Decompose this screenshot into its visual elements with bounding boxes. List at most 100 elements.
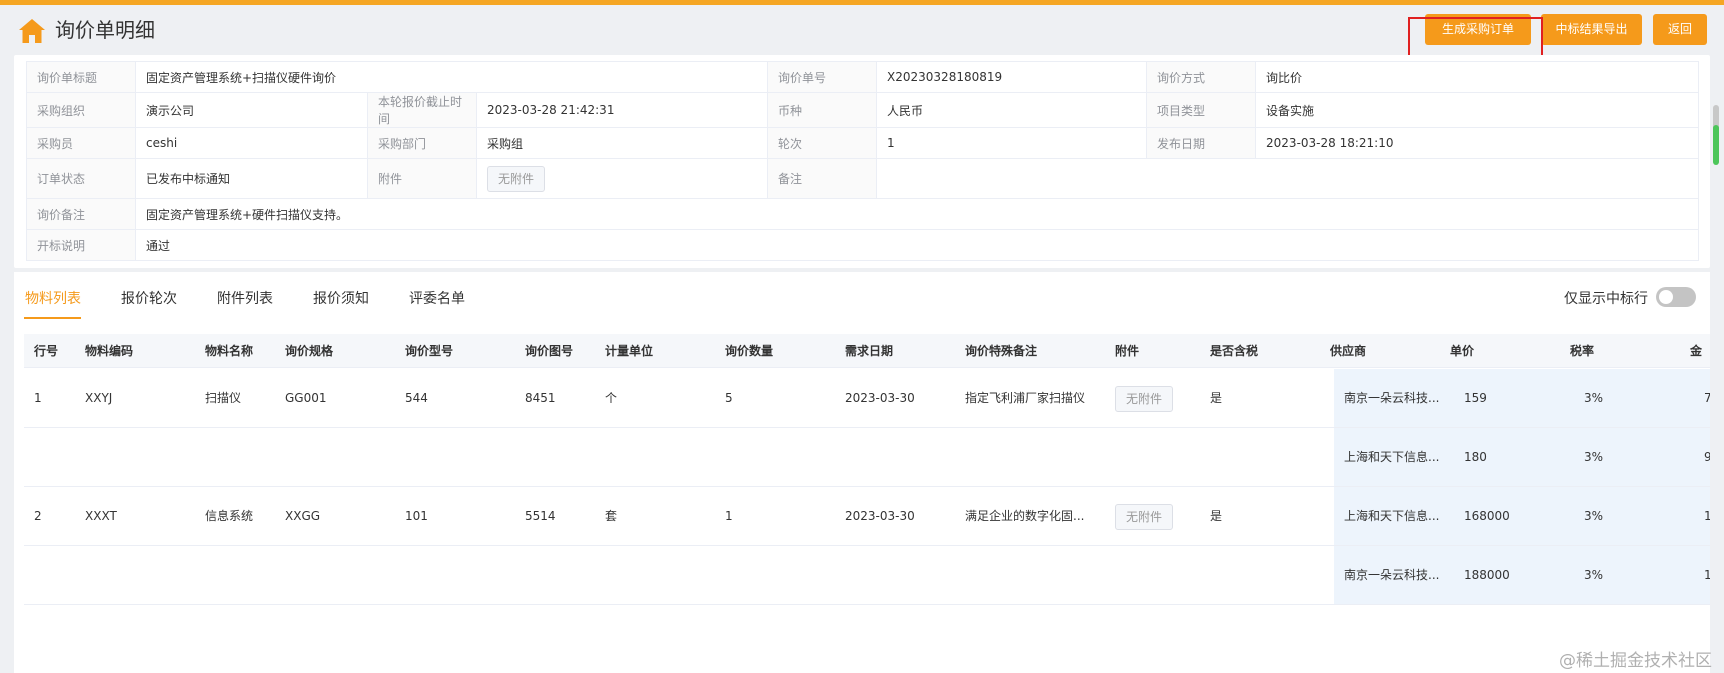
cell-price: 180 — [1464, 450, 1487, 464]
column-header: 询价数量 — [725, 344, 774, 358]
tab-material-list[interactable]: 物料列表 — [25, 288, 81, 308]
column-header: 是否含税 — [1210, 344, 1259, 358]
inquiry-info-panel: 询价单标题 固定资产管理系统+扫描仪硬件询价 询价单号 X20230328180… — [14, 55, 1710, 268]
cell-note: 指定飞利浦厂家扫描仪 — [965, 391, 1086, 405]
cell-amount: 1 — [1704, 568, 1710, 582]
table-row: 上海和天下信息... 180 3% 9 — [24, 428, 1710, 487]
cell-attach: 无附件 — [1115, 369, 1174, 427]
material-tab-panel: 物料列表 报价轮次 附件列表 报价须知 评委名单 仅显示中标行 行号 物料编码 … — [14, 272, 1710, 673]
cell-price: 159 — [1464, 391, 1487, 405]
info-label: 询价方式 — [1146, 61, 1257, 93]
home-icon — [19, 19, 45, 43]
info-label: 附件 — [367, 158, 477, 199]
cell-model: 544 — [405, 391, 428, 405]
info-label: 备注 — [767, 158, 878, 199]
watermark: @稀土掘金技术社区 — [1559, 651, 1712, 671]
table-row: 2 XXXT 信息系统 XXGG 101 5514 套 1 2023-03-30… — [24, 487, 1710, 546]
cell-amount: 1 — [1704, 509, 1710, 523]
info-no-value: X20230328180819 — [876, 61, 1148, 93]
column-header: 单价 — [1450, 344, 1475, 358]
cell-supplier: 上海和天下信息... — [1344, 509, 1440, 523]
no-attachment-button[interactable]: 无附件 — [487, 165, 546, 192]
cell-rate: 3% — [1584, 450, 1604, 464]
page-header: 询价单明细 生成采购订单 中标结果导出 返回 — [0, 5, 1724, 57]
info-method-value: 询比价 — [1255, 61, 1700, 93]
winning-only-toggle[interactable] — [1656, 287, 1696, 307]
cell-supplier: 上海和天下信息... — [1344, 450, 1440, 464]
cell-price: 168000 — [1464, 509, 1510, 523]
column-header: 物料编码 — [85, 344, 134, 358]
cell-price: 188000 — [1464, 568, 1510, 582]
info-publish-value: 2023-03-28 18:21:10 — [1255, 127, 1700, 159]
info-label: 发布日期 — [1146, 127, 1257, 159]
cell-note: 满足企业的数字化固... — [965, 509, 1085, 523]
no-attachment-button[interactable]: 无附件 — [1115, 503, 1174, 530]
no-attachment-button[interactable]: 无附件 — [1115, 385, 1174, 412]
info-currency-value: 人民币 — [876, 92, 1148, 128]
winning-only-label: 仅显示中标行 — [1564, 291, 1648, 307]
column-header: 物料名称 — [205, 344, 254, 358]
cell-unit: 套 — [605, 509, 618, 523]
info-title-value: 固定资产管理系统+扫描仪硬件询价 — [134, 61, 769, 93]
page-title: 询价单明细 — [55, 18, 155, 42]
cell-drawing: 8451 — [525, 391, 556, 405]
tab-judges[interactable]: 评委名单 — [409, 288, 465, 308]
tab-quote-rounds[interactable]: 报价轮次 — [121, 288, 177, 308]
info-attach-cell: 无附件 — [475, 158, 769, 199]
info-label: 项目类型 — [1146, 92, 1257, 128]
info-label: 采购组织 — [26, 92, 136, 128]
info-status-value: 已发布中标通知 — [135, 158, 368, 199]
info-round-value: 1 — [876, 127, 1148, 159]
info-buyer-value: ceshi — [135, 127, 368, 159]
info-label: 询价单标题 — [26, 61, 136, 93]
info-label: 订单状态 — [26, 158, 136, 199]
column-header: 询价型号 — [405, 344, 454, 358]
column-header: 金 — [1690, 344, 1703, 358]
info-label: 采购员 — [26, 127, 136, 159]
info-project-type-value: 设备实施 — [1255, 92, 1700, 128]
table-header: 行号 物料编码 物料名称 询价规格 询价型号 询价图号 计量单位 询价数量 需求… — [24, 334, 1710, 368]
cell-qty: 5 — [725, 391, 733, 405]
cell-name: 信息系统 — [205, 509, 254, 523]
scrollbar-thumb[interactable] — [1713, 125, 1719, 165]
cell-line: 1 — [34, 391, 42, 405]
info-dept-value: 采购组 — [475, 127, 769, 159]
column-header: 税率 — [1570, 344, 1595, 358]
cell-name: 扫描仪 — [205, 391, 242, 405]
cell-rate: 3% — [1584, 509, 1604, 523]
info-deadline-value: 2023-03-28 21:42:31 — [475, 92, 769, 128]
export-result-button[interactable]: 中标结果导出 — [1541, 14, 1642, 45]
cell-supplier: 南京一朵云科技... — [1344, 391, 1440, 405]
info-label: 询价单号 — [767, 61, 878, 93]
info-label: 轮次 — [767, 127, 878, 159]
cell-amount: 7 — [1704, 391, 1710, 405]
column-header: 行号 — [34, 344, 59, 358]
tab-quote-notice[interactable]: 报价须知 — [313, 288, 369, 308]
generate-po-button[interactable]: 生成采购订单 — [1425, 14, 1531, 45]
info-label: 本轮报价截止时间 — [367, 92, 477, 128]
info-inquiry-remark-value: 固定资产管理系统+硬件扫描仪支持。 — [134, 198, 1700, 230]
info-label: 币种 — [767, 92, 878, 128]
info-label: 开标说明 — [26, 229, 136, 261]
cell-code: XXXT — [85, 509, 117, 523]
cell-supplier: 南京一朵云科技... — [1344, 568, 1440, 582]
cell-tax: 是 — [1210, 391, 1223, 405]
column-header: 询价规格 — [285, 344, 334, 358]
cell-spec: XXGG — [285, 509, 321, 523]
cell-spec: GG001 — [285, 391, 327, 405]
back-button[interactable]: 返回 — [1653, 14, 1707, 45]
column-header: 计量单位 — [605, 344, 654, 358]
column-header: 询价图号 — [525, 344, 574, 358]
column-header: 附件 — [1115, 344, 1140, 358]
table-row: 1 XXYJ 扫描仪 GG001 544 8451 个 5 2023-03-30… — [24, 369, 1710, 428]
active-tab-underline — [24, 317, 81, 319]
tab-attachments[interactable]: 附件列表 — [217, 288, 273, 308]
cell-qty: 1 — [725, 509, 733, 523]
info-remark-value — [876, 158, 1700, 199]
cell-attach: 无附件 — [1115, 487, 1174, 545]
cell-unit: 个 — [605, 391, 618, 405]
info-bid-note-value: 通过 — [134, 229, 1700, 261]
cell-model: 101 — [405, 509, 428, 523]
column-header: 需求日期 — [845, 344, 894, 358]
cell-tax: 是 — [1210, 509, 1223, 523]
